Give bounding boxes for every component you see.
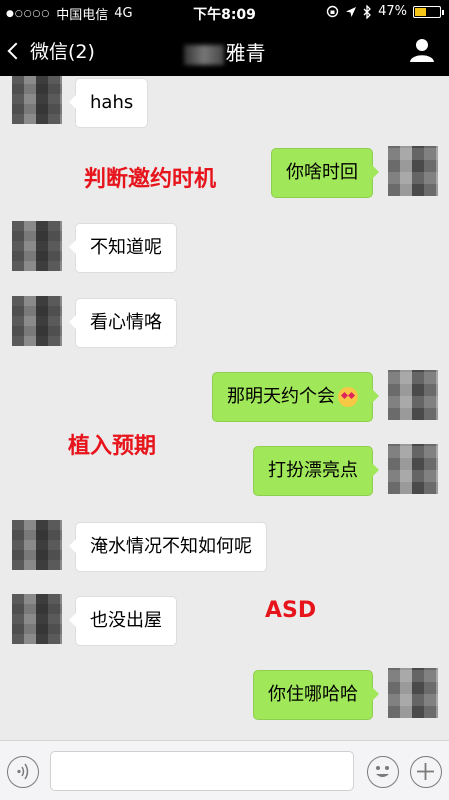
my-avatar[interactable] [388,370,438,420]
chat-area[interactable]: hahs 判断邀约时机 你啥时回 不知道呢 看心情咯 那明天约个会 植入预期 打… [0,76,449,740]
message-bubble-outgoing[interactable]: 那明天约个会 [212,372,379,422]
message-text: hahs [90,92,134,113]
annotation-text: 植入预期 [68,434,157,459]
message-bubble-outgoing[interactable]: 你啥时回 [271,148,379,198]
rotation-lock-icon [326,5,339,18]
battery-percent: 47% [378,4,407,19]
emoji-button[interactable] [367,756,399,788]
annotation-text: 判断邀约时机 [84,167,217,192]
contact-avatar[interactable] [12,594,62,644]
annotation-text: ASD [265,598,317,623]
battery-icon [413,5,444,18]
profile-icon[interactable] [409,37,435,63]
emoji-icon [376,766,389,777]
message-bubble-incoming[interactable]: 也没出屋 [69,596,177,646]
battery-fill [415,7,426,16]
message-input[interactable] [50,751,354,791]
message-text: 不知道呢 [90,237,162,258]
chat-title-text: 雅青 [225,41,266,65]
message-bubble-outgoing[interactable]: 打扮漂亮点 [253,446,379,496]
voice-icon [17,763,29,780]
message-bubble-incoming[interactable]: 不知道呢 [69,223,177,273]
message-text: 那明天约个会 [227,386,335,407]
my-avatar[interactable] [388,444,438,494]
contact-avatar[interactable] [12,221,62,271]
message-bubble-incoming[interactable]: 看心情咯 [69,298,177,348]
nav-bar: 微信(2) 雅青 [0,24,449,76]
input-bar [0,740,449,800]
contact-avatar[interactable] [12,520,62,570]
message-text: 也没出屋 [90,610,162,631]
message-text: 看心情咯 [90,312,162,333]
my-avatar[interactable] [388,146,438,196]
contact-avatar[interactable] [12,76,62,124]
message-text: 你啥时回 [286,162,358,183]
my-avatar[interactable] [388,668,438,718]
message-text: 打扮漂亮点 [268,460,358,481]
message-bubble-outgoing[interactable]: 你住哪哈哈 [253,670,379,720]
add-button[interactable] [410,756,442,788]
blurred-name [183,44,224,65]
message-bubble-incoming[interactable]: hahs [68,78,149,128]
location-icon [346,6,357,17]
message-text: 淹水情况不知如何呢 [90,536,252,557]
add-icon [417,763,434,780]
status-bar: ●○○○○ 中国电信 4G 下午8:09 47% [0,0,449,24]
chat-title: 雅青 [0,37,449,66]
message-bubble-incoming[interactable]: 淹水情况不知如何呢 [69,522,267,572]
bluetooth-icon [363,4,372,19]
message-text: 你住哪哈哈 [268,684,358,705]
contact-avatar[interactable] [12,296,62,346]
heart-eyes-emoji-icon [338,387,358,407]
voice-button[interactable] [7,756,39,788]
